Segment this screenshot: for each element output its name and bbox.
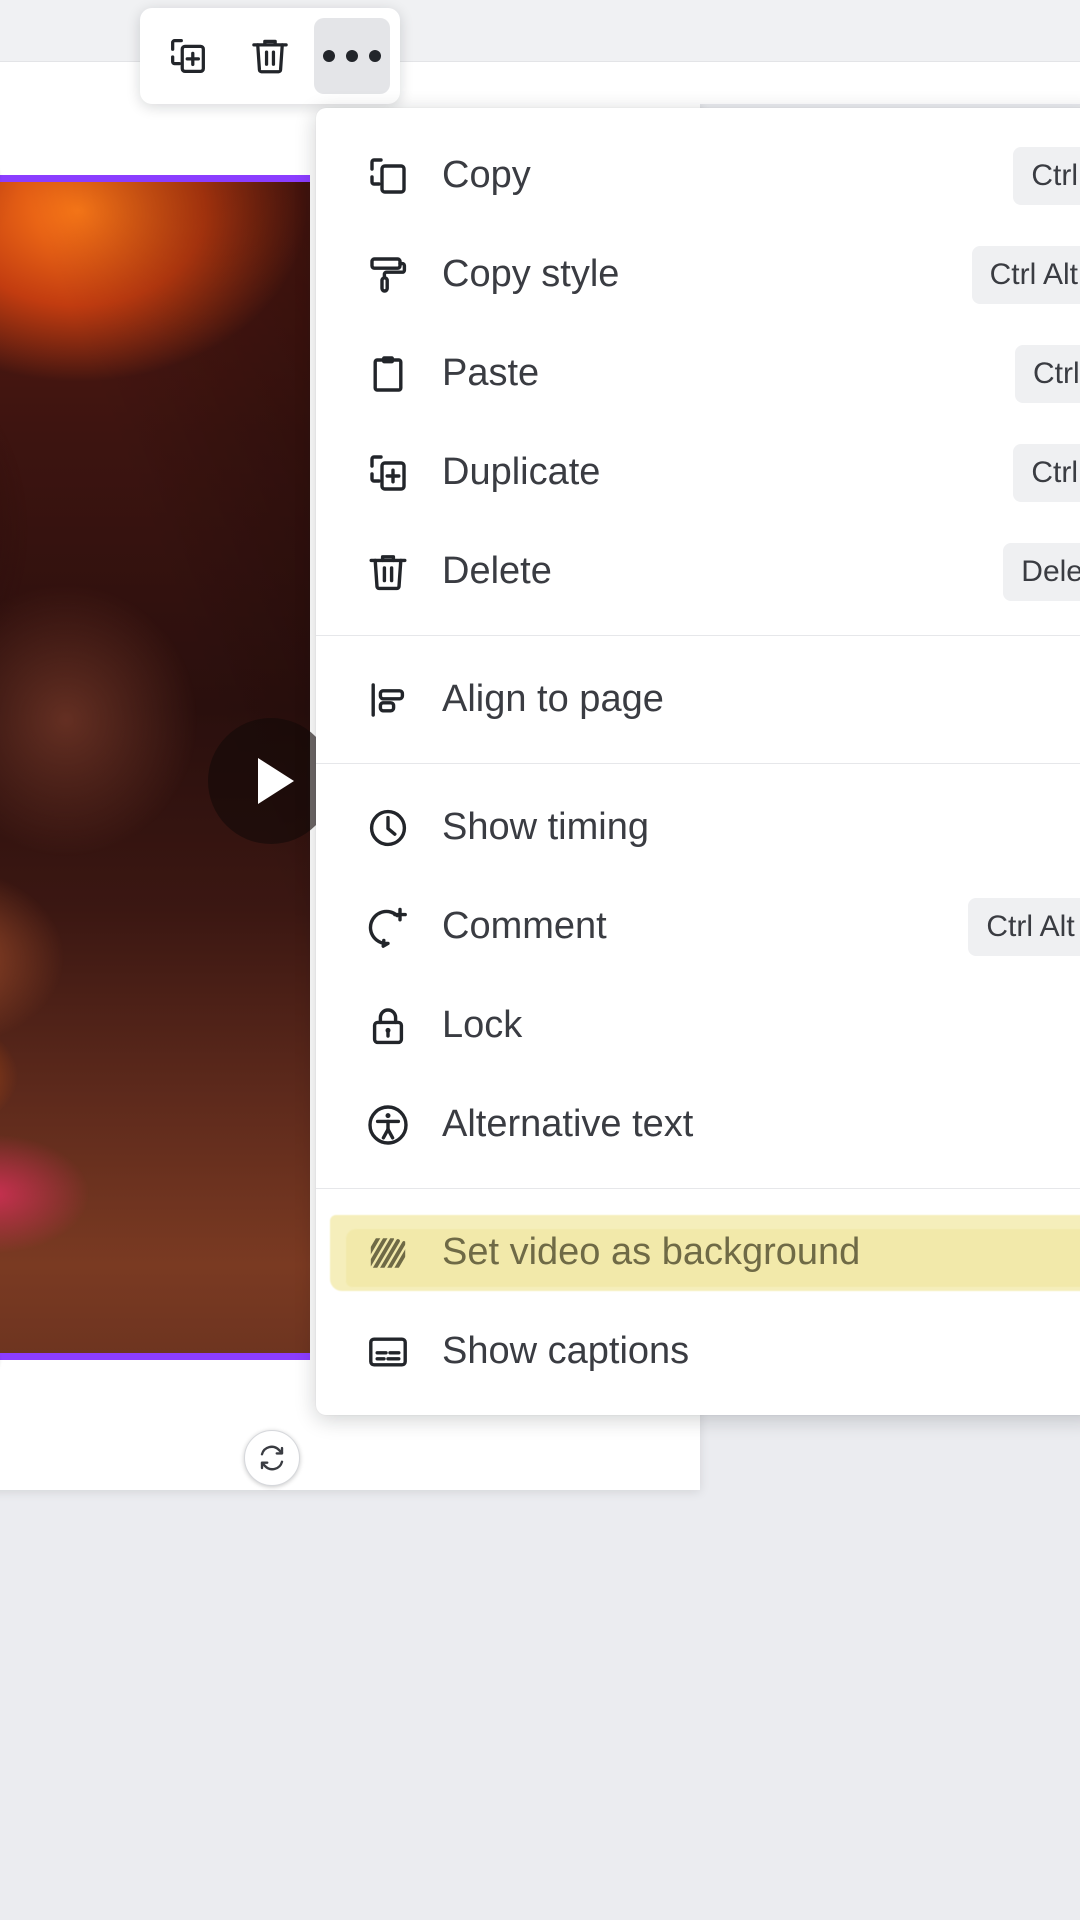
selection-border-top	[0, 175, 310, 182]
context-menu-item-paste[interactable]: Paste Ctrl V	[316, 324, 1080, 423]
clock-icon	[360, 800, 416, 856]
play-icon	[258, 758, 294, 804]
context-menu-item-shortcut: Ctrl C	[1013, 146, 1080, 205]
rotate-handle[interactable]	[244, 1430, 300, 1486]
toolbar-delete-button[interactable]	[232, 18, 308, 94]
captions-icon	[360, 1324, 416, 1380]
context-menu-item-show-timing[interactable]: Show timing	[316, 778, 1080, 877]
context-menu-item-label: Alternative text	[442, 1102, 694, 1145]
toolbar-more-options-button[interactable]	[314, 18, 390, 94]
more-options-icon	[323, 50, 381, 62]
context-menu-item-label: Duplicate	[442, 450, 601, 493]
context-menu-item-shortcut: Ctrl D	[1013, 443, 1080, 502]
context-menu-item-label: Copy style	[442, 252, 620, 295]
trash-icon	[360, 544, 416, 600]
context-menu-item-label: Set video as background	[442, 1230, 861, 1273]
hatch-pattern-icon	[360, 1225, 416, 1281]
selection-border-bottom	[0, 1353, 310, 1360]
duplicate-icon	[171, 39, 205, 73]
context-menu-divider	[316, 763, 1080, 764]
context-menu-item-copy[interactable]: Copy Ctrl C	[316, 126, 1080, 225]
trash-icon	[252, 39, 288, 74]
context-menu-item-shortcut: Ctrl Alt M	[968, 897, 1080, 956]
context-menu-item-shortcut: Ctrl V	[1015, 344, 1080, 403]
duplicate-icon	[360, 445, 416, 501]
paint-roller-icon	[360, 247, 416, 303]
context-menu-item-show-captions[interactable]: Show captions	[316, 1302, 1080, 1401]
toolbar-duplicate-button[interactable]	[150, 18, 226, 94]
context-menu-divider	[316, 1188, 1080, 1189]
context-menu-item-align-to-page[interactable]: Align to page	[316, 650, 1080, 749]
context-menu-divider	[316, 635, 1080, 636]
rotate-icon	[260, 1445, 284, 1471]
context-menu-item-comment[interactable]: Comment Ctrl Alt M	[316, 877, 1080, 976]
context-menu-item-label: Align to page	[442, 677, 664, 720]
context-menu-item-shortcut: Ctrl Alt C	[971, 245, 1080, 304]
context-menu-item-copy-style[interactable]: Copy style Ctrl Alt C	[316, 225, 1080, 324]
context-menu-item-label: Delete	[442, 549, 552, 592]
align-to-page-icon	[360, 672, 416, 728]
context-menu-item-label: Copy	[442, 153, 531, 196]
element-context-menu: Copy Ctrl C Copy style Ctrl Alt C P	[316, 108, 1080, 1415]
copy-icon	[360, 148, 416, 204]
context-menu-item-label: Comment	[442, 904, 607, 947]
context-menu-item-shortcut: Delete	[1003, 542, 1080, 601]
accessibility-icon	[360, 1097, 416, 1153]
context-menu-item-duplicate[interactable]: Duplicate Ctrl D	[316, 423, 1080, 522]
context-menu-item-lock[interactable]: Lock	[316, 976, 1080, 1075]
context-menu-item-set-video-as-background[interactable]: Set video as background	[316, 1203, 1080, 1302]
clipboard-icon	[360, 346, 416, 402]
context-menu-item-label: Paste	[442, 351, 540, 394]
context-menu-item-alternative-text[interactable]: Alternative text	[316, 1075, 1080, 1174]
lock-icon	[360, 998, 416, 1054]
comment-add-icon	[360, 899, 416, 955]
element-floating-toolbar	[140, 8, 400, 104]
editor-root: Copy Ctrl C Copy style Ctrl Alt C P	[0, 0, 1080, 1920]
context-menu-item-label: Lock	[442, 1003, 523, 1046]
context-menu-item-label: Show captions	[442, 1329, 690, 1372]
context-menu-item-delete[interactable]: Delete Delete	[316, 522, 1080, 621]
context-menu-item-label: Show timing	[442, 805, 649, 848]
